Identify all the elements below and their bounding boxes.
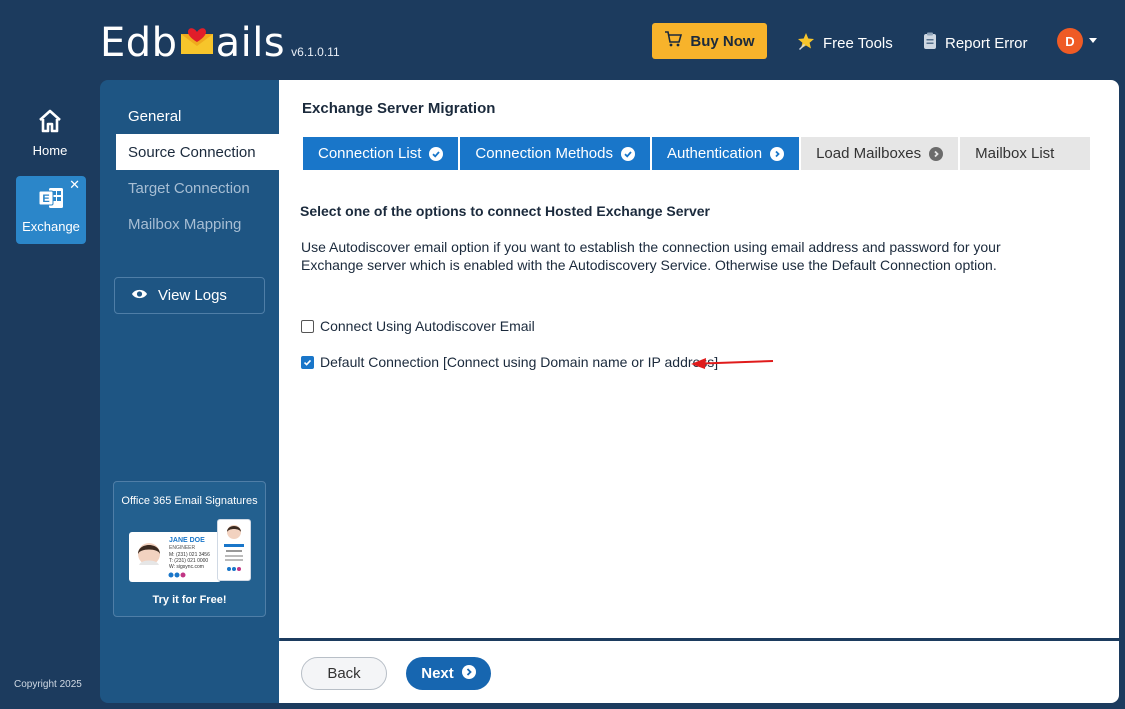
- autodiscover-checkbox[interactable]: [301, 319, 314, 333]
- promo-name: JANE DOE: [169, 537, 205, 544]
- footer-bar: Back Next: [279, 641, 1119, 703]
- buy-now-label: Buy Now: [690, 32, 755, 50]
- page-title: Exchange Server Migration: [302, 100, 496, 117]
- settings-subnav: General Source Connection Target Connect…: [100, 80, 280, 703]
- copyright-text: Copyright 2025: [14, 679, 82, 690]
- description-line-2: Exchange server which is enabled with th…: [301, 257, 997, 273]
- promo-signature-card-mobile: [217, 519, 251, 581]
- report-error-link[interactable]: Report Error: [923, 32, 1028, 54]
- rail-home-button[interactable]: Home: [16, 108, 84, 168]
- next-label: Next: [421, 665, 454, 682]
- chevron-down-icon[interactable]: [1089, 38, 1097, 43]
- step-label: Mailbox List: [975, 145, 1055, 162]
- step-label: Connection Methods: [475, 145, 613, 162]
- step-authentication[interactable]: Authentication: [652, 137, 800, 170]
- default-connection-checkbox[interactable]: [301, 355, 314, 369]
- star-icon: [797, 32, 815, 54]
- rail-exchange-label: Exchange: [22, 219, 80, 234]
- option-autodiscover-label: Connect Using Autodiscover Email: [320, 318, 535, 334]
- promo-title: Office 365 Email Signatures: [121, 495, 258, 507]
- section-description: Use Autodiscover email option if you wan…: [301, 238, 1021, 274]
- eye-icon: [131, 287, 148, 304]
- clipboard-icon: [923, 32, 937, 54]
- logo-text-suffix: ails: [215, 20, 286, 66]
- promo-cta: Try it for Free!: [152, 594, 227, 606]
- view-logs-label: View Logs: [158, 287, 227, 304]
- logo-m-icon: [179, 26, 215, 56]
- subnav-item-mailbox-mapping[interactable]: Mailbox Mapping: [100, 206, 280, 242]
- section-heading: Select one of the options to connect Hos…: [300, 203, 710, 219]
- red-arrow-annotation: [691, 358, 774, 369]
- step-label: Connection List: [318, 145, 422, 162]
- chevron-right-circle-icon: [461, 664, 476, 683]
- step-connection-list[interactable]: Connection List: [303, 137, 459, 170]
- report-error-label: Report Error: [945, 34, 1028, 52]
- main-panel: Exchange Server Migration Connection Lis…: [279, 80, 1119, 638]
- promo-signature-card: JANE DOE ENGINEER M: (231) 021 3456 T: (…: [129, 532, 221, 582]
- step-mailbox-list[interactable]: Mailbox List: [960, 137, 1091, 170]
- chevron-right-circle-icon: [770, 146, 785, 161]
- step-label: Authentication: [667, 145, 763, 162]
- exchange-icon: E: [37, 186, 65, 213]
- home-icon: [37, 108, 63, 137]
- view-logs-button[interactable]: View Logs: [114, 277, 265, 314]
- app-logo: Edb ails v6.1.0.11: [100, 20, 340, 66]
- check-circle-icon: [621, 146, 635, 161]
- rail-home-label: Home: [32, 143, 68, 158]
- step-load-mailboxes[interactable]: Load Mailboxes: [801, 137, 959, 170]
- description-line-1: Use Autodiscover email option if you wan…: [301, 239, 1001, 255]
- close-icon[interactable]: ✕: [69, 178, 80, 191]
- next-button[interactable]: Next: [406, 657, 491, 690]
- rail-exchange-button[interactable]: ✕ E Exchange: [16, 176, 86, 244]
- chevron-right-circle-icon: [929, 146, 944, 161]
- option-default-label: Default Connection [Connect using Domain…: [320, 354, 719, 370]
- cart-icon: [664, 31, 683, 51]
- option-autodiscover[interactable]: Connect Using Autodiscover Email: [301, 318, 535, 334]
- step-label: Load Mailboxes: [816, 145, 922, 162]
- wizard-steps: Connection List Connection Methods Authe…: [303, 137, 1091, 170]
- option-default-connection[interactable]: Default Connection [Connect using Domain…: [301, 354, 718, 370]
- free-tools-label: Free Tools: [823, 34, 893, 52]
- free-tools-link[interactable]: Free Tools: [797, 32, 893, 54]
- app-version: v6.1.0.11: [291, 45, 340, 59]
- svg-text:E: E: [42, 193, 49, 205]
- email-signatures-promo[interactable]: Office 365 Email Signatures JANE DOE ENG…: [113, 481, 266, 617]
- user-avatar[interactable]: D: [1057, 28, 1083, 54]
- subnav-item-target-connection[interactable]: Target Connection: [100, 170, 280, 206]
- step-connection-methods[interactable]: Connection Methods: [460, 137, 650, 170]
- promo-role: ENGINEER: [169, 545, 196, 551]
- logo-text-prefix: Edb: [100, 20, 178, 66]
- check-circle-icon: [429, 146, 444, 161]
- subnav-item-general[interactable]: General: [100, 98, 280, 134]
- back-button[interactable]: Back: [301, 657, 387, 690]
- buy-now-button[interactable]: Buy Now: [652, 23, 767, 59]
- promo-web: W: sigsync.com: [169, 564, 204, 570]
- subnav-item-source-connection[interactable]: Source Connection: [116, 134, 280, 170]
